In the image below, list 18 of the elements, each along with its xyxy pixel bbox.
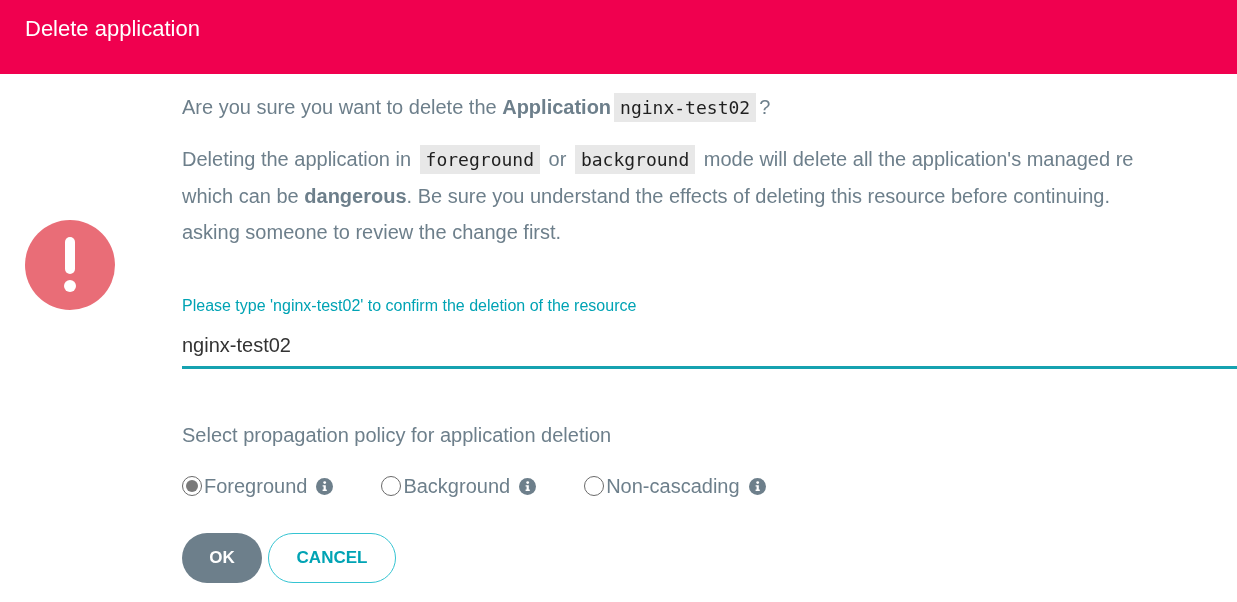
radio-button[interactable] (381, 476, 402, 496)
confirm-input[interactable]: nginx-test02 (182, 325, 1237, 369)
info-icon[interactable] (748, 477, 766, 495)
exclamation-icon (25, 220, 115, 310)
policy-label: Select propagation policy for application deletion (182, 423, 612, 448)
field-label: Please type 'nginx-test02' to confirm the deletion of the resource (182, 296, 637, 316)
dialog-title: Delete application (25, 15, 200, 43)
cancel-button[interactable]: CANCEL (268, 533, 396, 583)
info-icon[interactable] (519, 477, 537, 495)
warning-paragraph: Deleting the application in foreground or background mode will delete all the application's managed re which can be dangerous. Be sure you understand the effects of deleting this resource before continuing. asking someone to review the change first. (182, 141, 1134, 250)
ok-button[interactable]: OK (182, 533, 262, 583)
radio-button[interactable] (584, 476, 605, 496)
option-label: Background (403, 474, 511, 499)
option-label: Foreground (204, 474, 308, 499)
info-icon[interactable] (316, 477, 334, 495)
confirmation-question: Are you sure you want to delete the Application nginx-test02 ? (182, 89, 771, 126)
option-label: Non-cascading (606, 474, 740, 499)
radio-button[interactable] (182, 476, 202, 496)
